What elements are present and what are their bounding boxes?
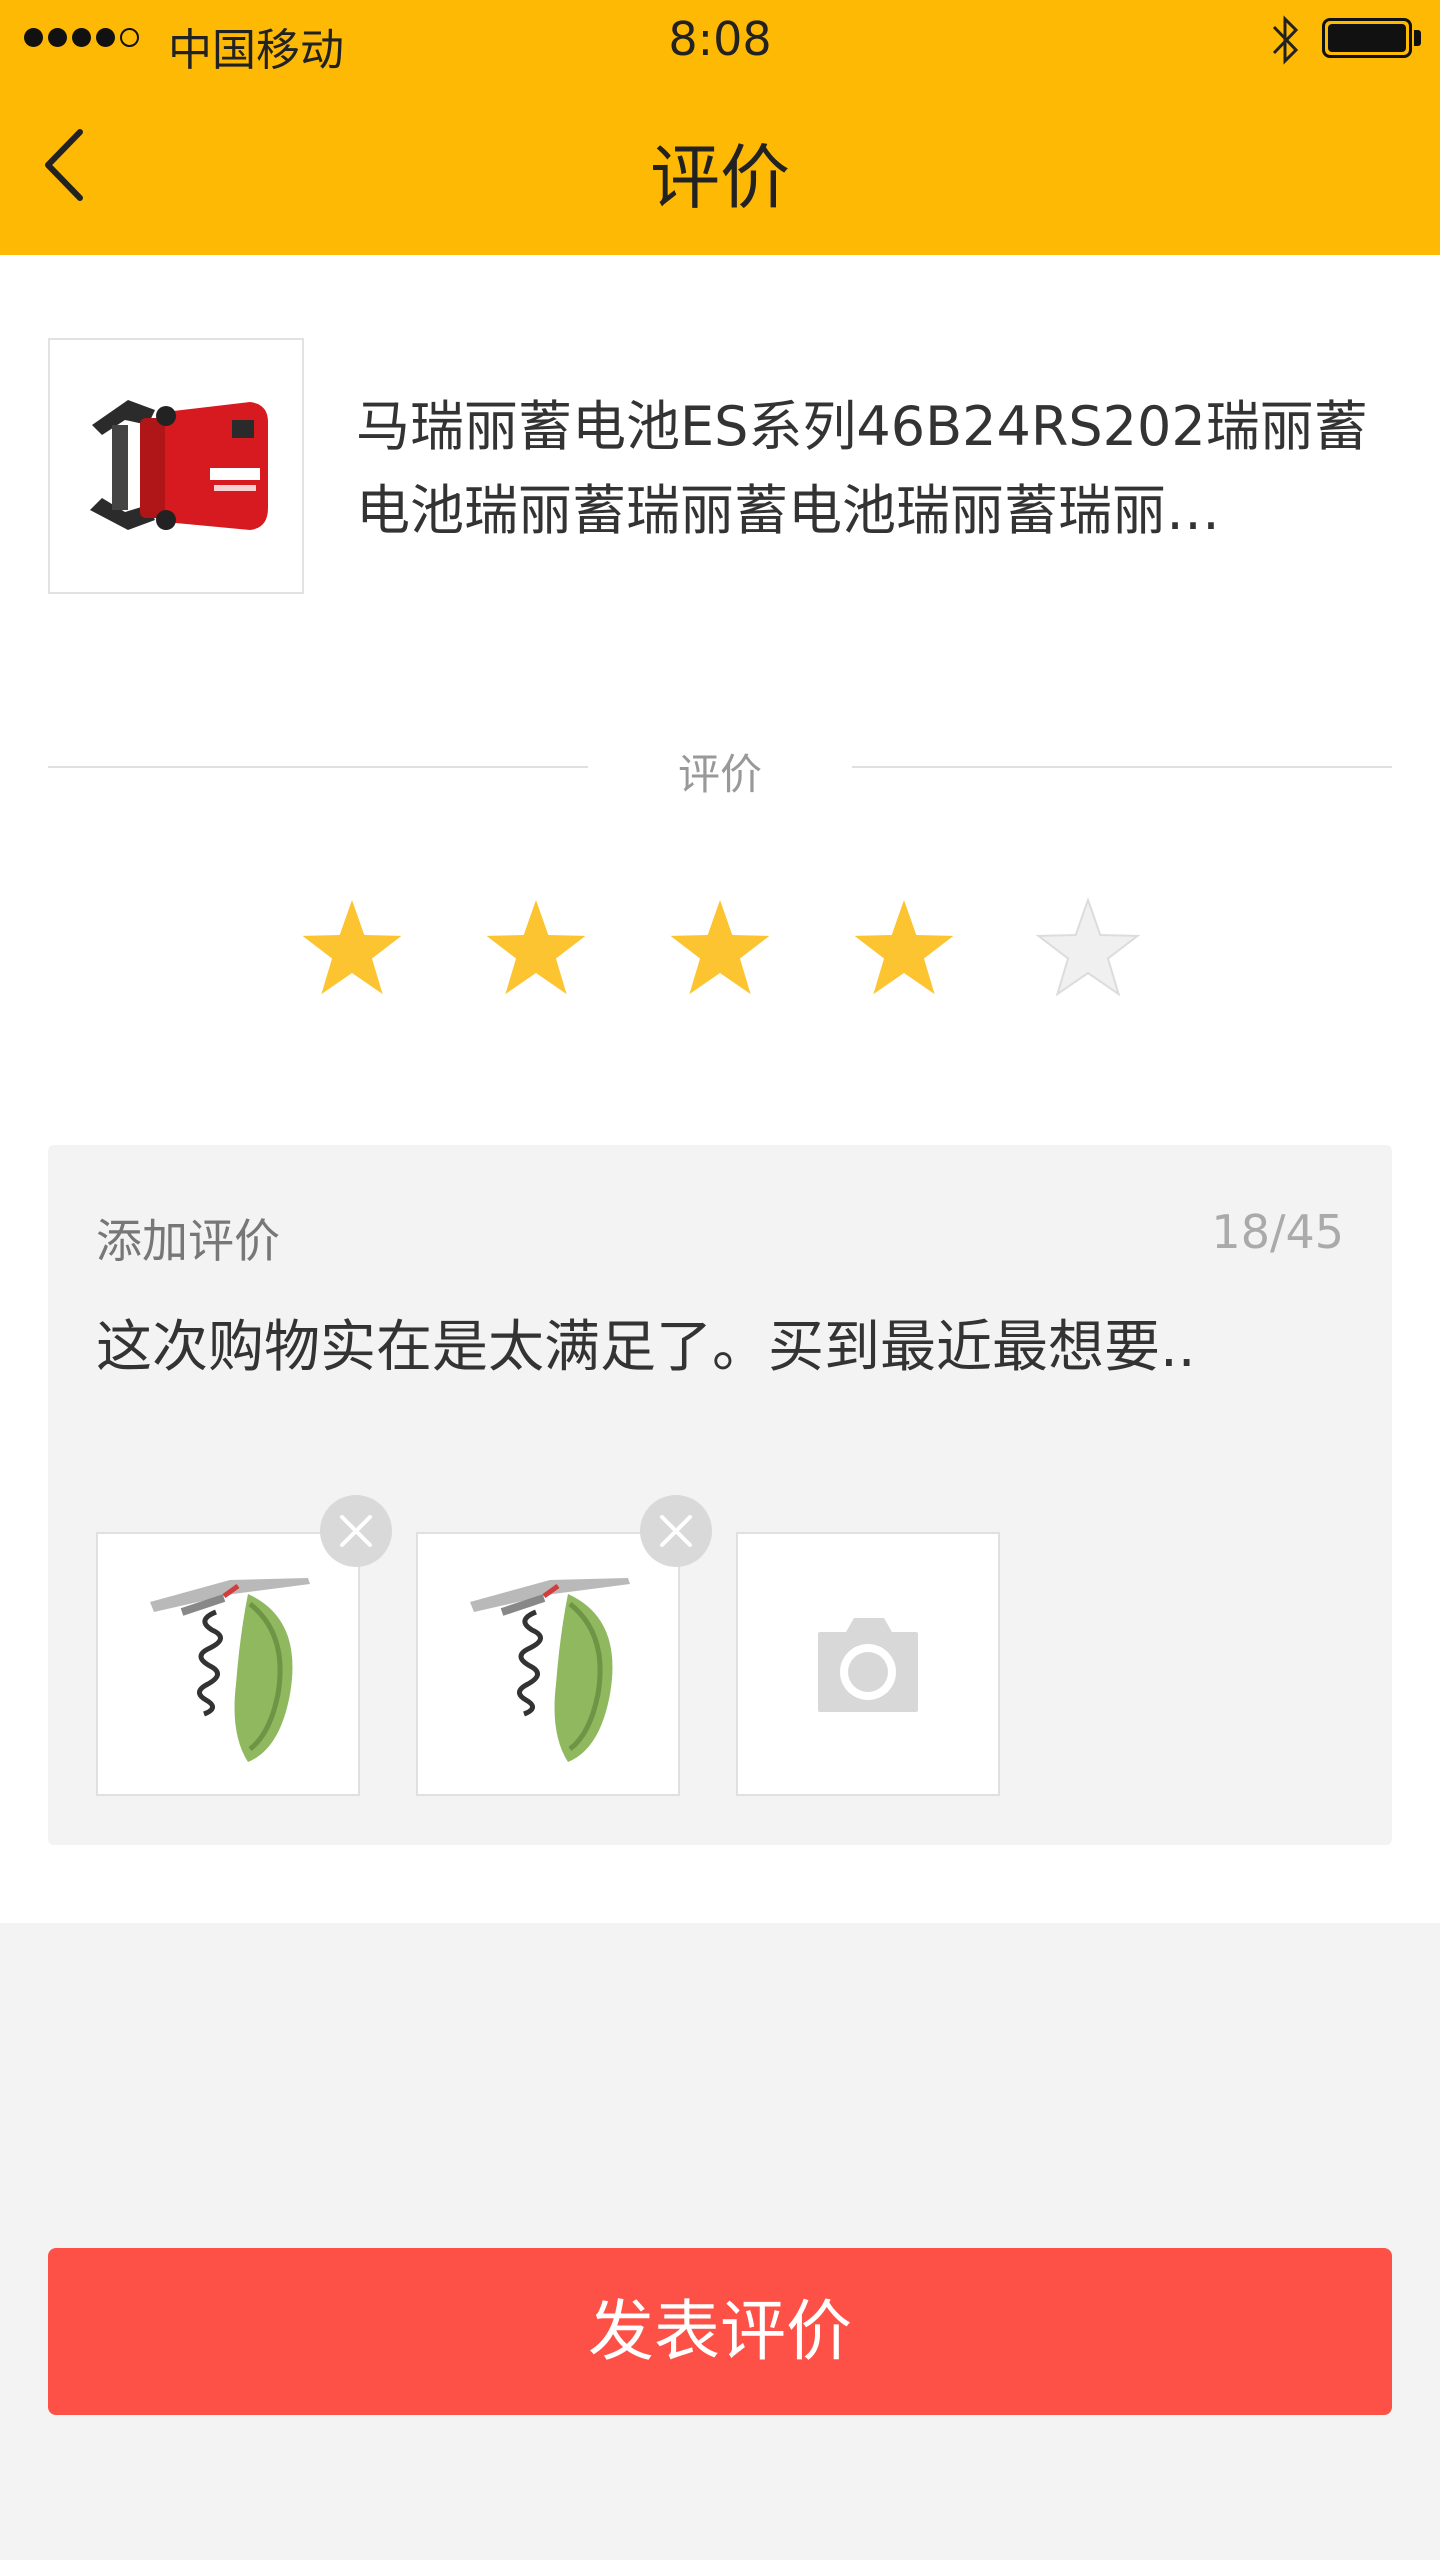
photo-thumbnail[interactable]	[416, 1532, 680, 1796]
drill-tool-image	[90, 400, 268, 530]
star-filled-icon[interactable]	[481, 895, 591, 1005]
close-icon	[340, 1515, 372, 1547]
remove-photo-button[interactable]	[320, 1495, 392, 1567]
star-filled-icon[interactable]	[849, 895, 959, 1005]
camera-icon	[818, 1618, 918, 1712]
corkscrew-photo-icon	[150, 1578, 310, 1762]
status-time: 8:08	[668, 12, 772, 66]
page-title: 评价	[650, 137, 790, 219]
header: 中国移动 8:08 评价	[0, 0, 1440, 255]
divider	[852, 766, 1392, 768]
review-form: 马瑞丽蓄电池ES系列46B24RS202瑞丽蓄电池瑞丽蓄瑞丽蓄电池瑞丽蓄瑞丽… …	[0, 255, 1440, 1923]
product-title: 马瑞丽蓄电池ES系列46B24RS202瑞丽蓄电池瑞丽蓄瑞丽蓄电池瑞丽蓄瑞丽…	[356, 395, 1368, 542]
close-icon	[660, 1515, 692, 1547]
submit-review-button[interactable]: 发表评价	[48, 2248, 1392, 2415]
comment-label: 添加评价	[96, 1214, 280, 1268]
add-photo-button[interactable]	[736, 1532, 1000, 1796]
product-thumbnail	[48, 338, 304, 594]
star-filled-icon[interactable]	[665, 895, 775, 1005]
character-count: 18/45	[1211, 1205, 1344, 1259]
photo-thumbnail[interactable]	[96, 1532, 360, 1796]
corkscrew-photo-icon	[470, 1578, 630, 1762]
bluetooth-icon	[1272, 15, 1299, 65]
battery-icon	[1322, 18, 1412, 58]
comment-panel: 添加评价 18/45 这次购物实在是太满足了。买到最近最想要..	[48, 1145, 1392, 1845]
rating-section-label: 评价	[677, 750, 762, 799]
comment-input[interactable]: 这次购物实在是太满足了。买到最近最想要..	[96, 1302, 1196, 1383]
star-filled-icon[interactable]	[297, 895, 407, 1005]
status-bar: 中国移动 8:08	[0, 0, 1440, 80]
remove-photo-button[interactable]	[640, 1495, 712, 1567]
divider	[48, 766, 588, 768]
navigation-bar: 评价	[0, 80, 1440, 255]
star-empty-icon[interactable]	[1033, 895, 1143, 1005]
